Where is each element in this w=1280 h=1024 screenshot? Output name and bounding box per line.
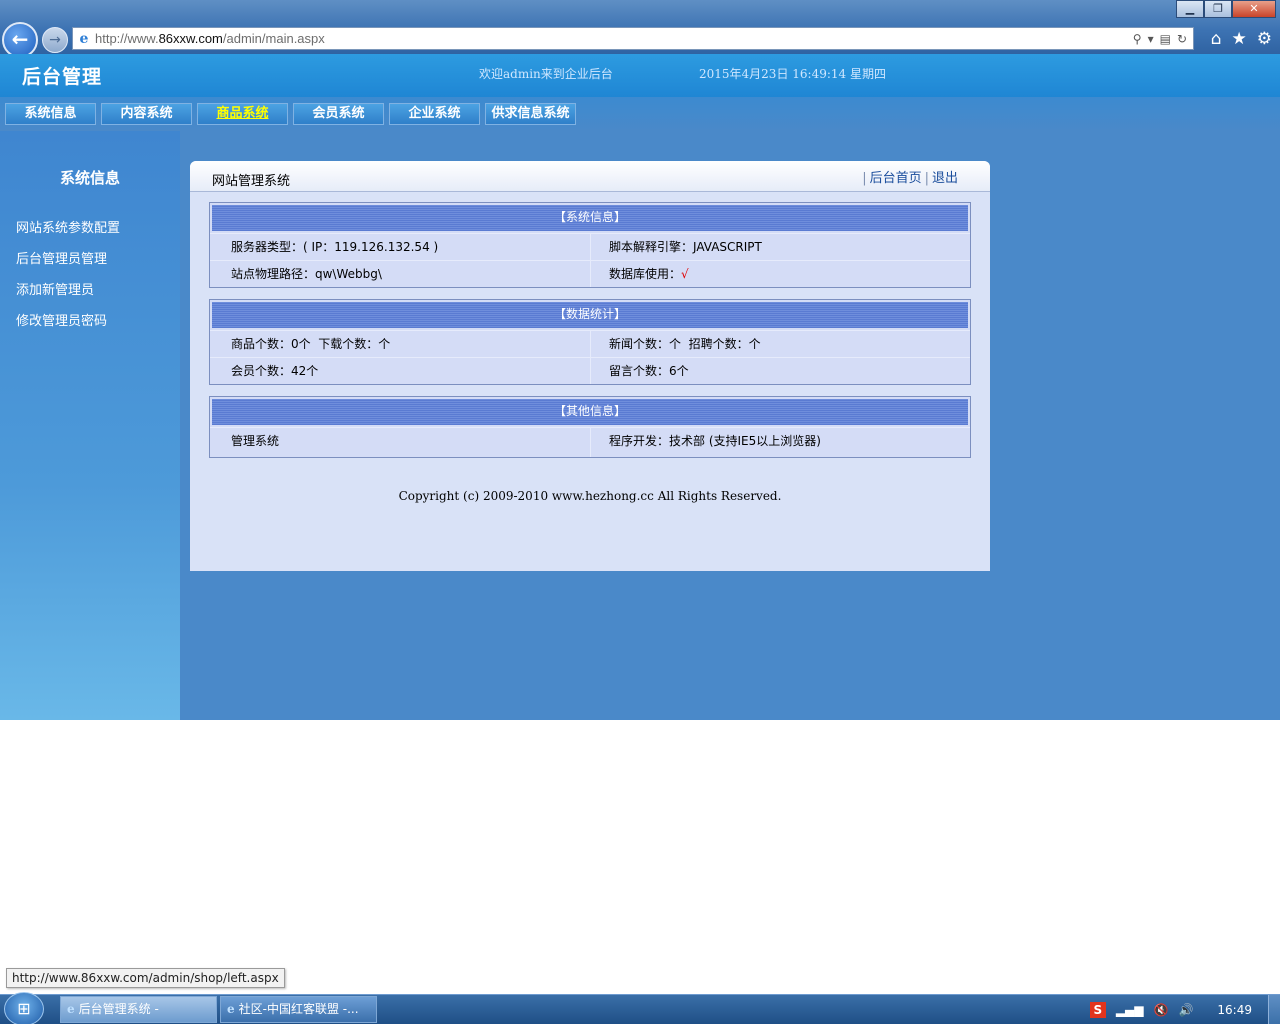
url-prefix: http://www. <box>95 31 159 46</box>
datetime-text: 2015年4月23日 16:49:14 星期四 <box>699 67 886 81</box>
separator: | <box>924 171 929 186</box>
home-icon[interactable]: ⌂ <box>1211 29 1222 49</box>
goods-download-count: 商品个数：0个 下载个数：个 <box>231 337 391 351</box>
sidebar-item-add-admin[interactable]: 添加新管理员 <box>16 279 94 298</box>
search-icon[interactable]: ⚲ <box>1133 32 1142 46</box>
logout-link[interactable]: 退出 <box>932 171 958 186</box>
address-text[interactable]: http://www.86xxw.com/admin/main.aspx <box>95 31 1133 46</box>
home-link[interactable]: 后台首页 <box>870 171 922 186</box>
ie-icon: e <box>67 1002 75 1016</box>
ime-icon[interactable]: S <box>1089 1002 1106 1018</box>
ie-icon: e <box>227 1002 235 1016</box>
task-label: 社区-中国红客联盟 -... <box>238 1002 359 1016</box>
brand-title: 后台管理 <box>22 66 103 88</box>
admin-page: 后台管理 欢迎admin来到企业后台 2015年4月23日 16:49:14 星… <box>0 54 1280 720</box>
window-controls: ▁ ❐ ✕ <box>1176 0 1276 18</box>
status-url-tooltip: http://www.86xxw.com/admin/shop/left.asp… <box>6 968 285 988</box>
table-row: 站点物理路径：qw\Webbg\ 数据库使用：√ <box>210 260 970 287</box>
gear-icon[interactable]: ⚙ <box>1257 29 1272 49</box>
data-stats-heading: 【数据统计】 <box>212 302 968 328</box>
sidebar: 系统信息 网站系统参数配置 后台管理员管理 添加新管理员 修改管理员密码 <box>0 131 180 720</box>
table-row: 商品个数：0个 下载个数：个 新闻个数：个 招聘个数：个 <box>210 330 970 357</box>
system-name: 管理系统 <box>231 434 280 448</box>
panel-header: 网站管理系统 | 后台首页 | 退出 <box>190 161 990 192</box>
menu-content[interactable]: 内容系统 <box>101 103 192 125</box>
news-jobs-count: 新闻个数：个 招聘个数：个 <box>590 331 970 357</box>
system-info-box: 【系统信息】 服务器类型：( IP：119.126.132.54 ) 脚本解释引… <box>209 202 971 288</box>
clock[interactable]: 16:49 <box>1217 1003 1252 1017</box>
minimize-button[interactable]: ▁ <box>1176 0 1204 18</box>
welcome-text: 欢迎admin来到企业后台 <box>479 67 613 81</box>
restore-button[interactable]: ❐ <box>1204 0 1232 18</box>
close-button[interactable]: ✕ <box>1232 0 1276 18</box>
menu-goods[interactable]: 商品系统 <box>197 103 288 125</box>
sidebar-item-admin-manage[interactable]: 后台管理员管理 <box>16 248 107 267</box>
top-menu: 系统信息 内容系统 商品系统 会员系统 企业系统 供求信息系统 <box>5 103 576 125</box>
browser-tools: ⌂ ★ ⚙ <box>1211 29 1272 49</box>
speaker-muted-icon[interactable]: 🔇 <box>1154 1003 1169 1017</box>
back-button[interactable]: ← <box>2 22 38 58</box>
copyright-text: Copyright (c) 2009-2010 www.hezhong.cc A… <box>398 489 782 503</box>
developer-info: 程序开发：技术部 (支持IE5以上浏览器) <box>590 428 970 457</box>
network-icon[interactable]: ▂▄▆ <box>1116 1003 1144 1017</box>
system-tray: S ▂▄▆ 🔇 🔊 16:49 <box>1089 995 1280 1024</box>
data-stats-box: 【数据统计】 商品个数：0个 下载个数：个 新闻个数：个 招聘个数：个 会员个数… <box>209 299 971 385</box>
menu-strip: 系统信息 内容系统 商品系统 会员系统 企业系统 供求信息系统 <box>0 97 1280 131</box>
menu-members[interactable]: 会员系统 <box>293 103 384 125</box>
taskbar-item-community[interactable]: e 社区-中国红客联盟 -... <box>220 996 377 1023</box>
other-info-heading: 【其他信息】 <box>212 399 968 425</box>
arrow-right-icon: → <box>49 32 61 48</box>
main-panel: 网站管理系统 | 后台首页 | 退出 【系统信息】 服务器类型：( IP：119.12… <box>190 161 990 571</box>
menu-system-info[interactable]: 系统信息 <box>5 103 96 125</box>
dropdown-icon[interactable]: ▾ <box>1148 32 1154 46</box>
volume-icon[interactable]: 🔊 <box>1178 1003 1193 1017</box>
script-engine: 脚本解释引擎：JAVASCRIPT <box>590 234 970 260</box>
show-desktop-button[interactable] <box>1268 995 1280 1024</box>
table-row: 会员个数：42个 留言个数：6个 <box>210 357 970 384</box>
forward-button[interactable]: → <box>42 27 68 53</box>
sidebar-item-change-password[interactable]: 修改管理员密码 <box>16 310 107 329</box>
browser-toolbar: ▁ ❐ ✕ ← → e http://www.86xxw.com/admin/m… <box>0 0 1280 58</box>
sidebar-item-site-config[interactable]: 网站系统参数配置 <box>16 217 120 236</box>
admin-header: 后台管理 欢迎admin来到企业后台 2015年4月23日 16:49:14 星… <box>0 54 1280 97</box>
separator: | <box>862 171 867 186</box>
address-bar[interactable]: e http://www.86xxw.com/admin/main.aspx ⚲… <box>72 27 1194 50</box>
refresh-icon[interactable]: ↻ <box>1177 32 1187 46</box>
check-icon: √ <box>681 267 689 281</box>
url-domain: 86xxw.com <box>158 31 223 46</box>
star-icon[interactable]: ★ <box>1232 29 1247 49</box>
ie-icon: e <box>79 30 89 47</box>
server-type: 服务器类型：( IP：119.126.132.54 ) <box>231 240 439 254</box>
table-row: 管理系统 程序开发：技术部 (支持IE5以上浏览器) <box>210 427 970 457</box>
system-info-heading: 【系统信息】 <box>212 205 968 231</box>
task-label: 后台管理系统 - <box>78 1002 159 1016</box>
panel-title: 网站管理系统 <box>212 174 291 189</box>
taskbar: ⊞ e 后台管理系统 - e 社区-中国红客联盟 -... S ▂▄▆ 🔇 🔊 16… <box>0 992 1280 1024</box>
url-path: /admin/main.aspx <box>222 31 325 46</box>
compat-view-icon[interactable]: ▤ <box>1160 32 1171 46</box>
menu-enterprise[interactable]: 企业系统 <box>389 103 480 125</box>
member-count: 会员个数：42个 <box>231 364 319 378</box>
address-tools: ⚲ ▾ ▤ ↻ <box>1133 32 1193 46</box>
panel-links: | 后台首页 | 退出 <box>859 167 958 186</box>
menu-supply-demand[interactable]: 供求信息系统 <box>485 103 576 125</box>
message-count: 留言个数：6个 <box>590 358 970 384</box>
database-label: 数据库使用： <box>609 267 682 281</box>
table-row: 服务器类型：( IP：119.126.132.54 ) 脚本解释引擎：JAVAS… <box>210 233 970 260</box>
taskbar-item-admin[interactable]: e 后台管理系统 - <box>60 996 217 1023</box>
windows-logo-icon: ⊞ <box>17 999 31 1018</box>
other-info-box: 【其他信息】 管理系统 程序开发：技术部 (支持IE5以上浏览器) <box>209 396 971 458</box>
sidebar-title: 系统信息 <box>59 169 120 187</box>
arrow-left-icon: ← <box>11 27 29 51</box>
start-button[interactable]: ⊞ <box>4 992 44 1024</box>
database-usage: 数据库使用：√ <box>590 261 970 287</box>
physical-path: 站点物理路径：qw\Webbg\ <box>231 267 382 281</box>
